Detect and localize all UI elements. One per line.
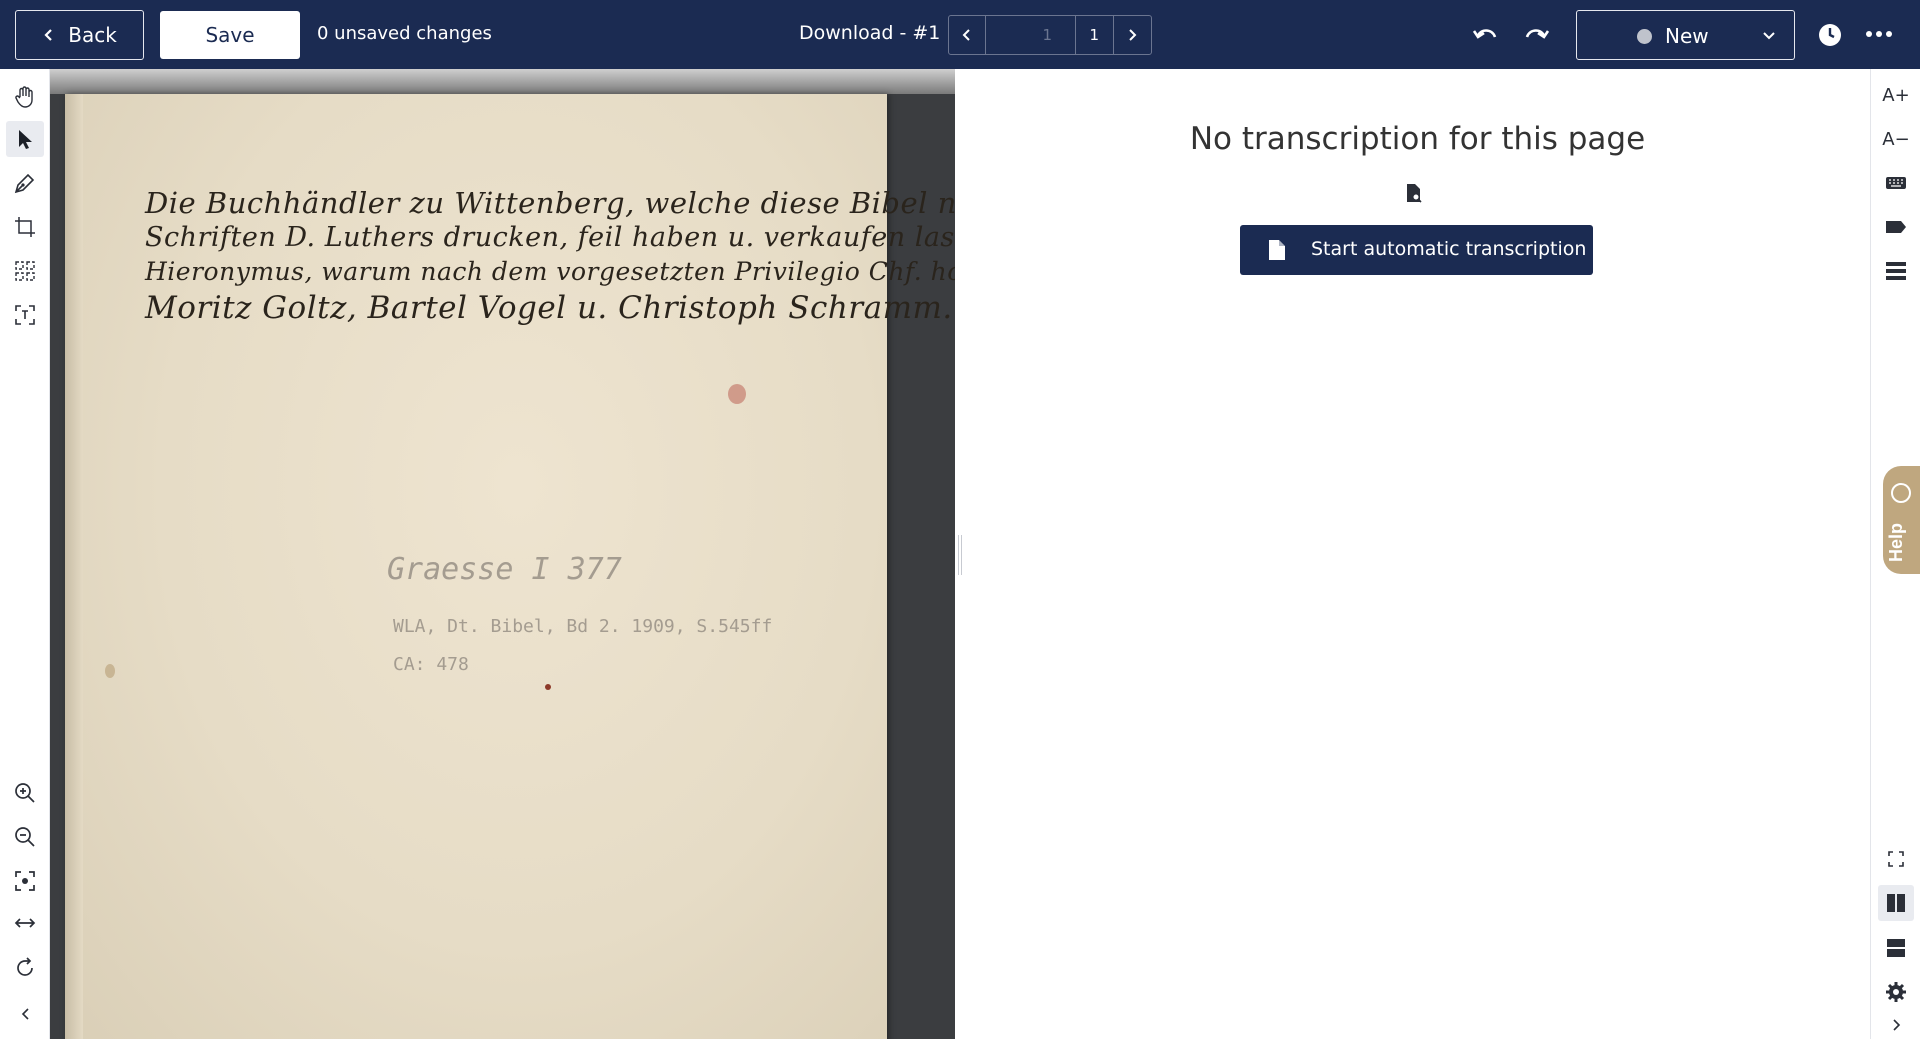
page-navigator: 1 1 bbox=[948, 15, 1152, 55]
page-number-input[interactable]: 1 bbox=[986, 16, 1077, 54]
layout-tool[interactable] bbox=[6, 253, 44, 289]
rows-icon bbox=[1887, 939, 1905, 957]
chevron-left-icon bbox=[44, 29, 52, 41]
pointer-icon bbox=[19, 130, 32, 149]
text-select-tool[interactable] bbox=[6, 297, 44, 333]
page-binding-edge bbox=[65, 94, 83, 1039]
top-bar: Back Save 0 unsaved changes Download - #… bbox=[0, 0, 1920, 69]
decrease-font-button[interactable]: A− bbox=[1878, 121, 1914, 157]
font-decrease-label: A− bbox=[1882, 128, 1910, 150]
rotate-icon bbox=[17, 957, 33, 976]
zoom-out-button[interactable] bbox=[6, 819, 44, 855]
chevron-left-icon bbox=[962, 29, 970, 41]
fit-width-icon bbox=[14, 918, 36, 928]
select-tool[interactable] bbox=[6, 121, 44, 157]
zoom-in-button[interactable] bbox=[6, 775, 44, 811]
previous-page-button[interactable] bbox=[949, 16, 987, 54]
manuscript-page: Die Buchhändler zu Wittenberg, welche di… bbox=[65, 94, 955, 1039]
redo-icon[interactable] bbox=[1522, 22, 1550, 48]
history-icon[interactable] bbox=[1818, 23, 1842, 47]
pan-tool[interactable] bbox=[6, 79, 44, 115]
page-stain bbox=[728, 384, 746, 404]
columns-icon bbox=[1887, 894, 1905, 912]
crop-tool[interactable] bbox=[6, 209, 44, 245]
back-button[interactable]: Back bbox=[15, 10, 144, 60]
more-options-icon[interactable] bbox=[1866, 27, 1894, 41]
page-stain bbox=[105, 664, 115, 678]
handwriting-line: Hieronymus, warum nach dem vorgesetzten … bbox=[145, 257, 955, 286]
save-button[interactable]: Save bbox=[160, 11, 300, 59]
text-select-icon bbox=[15, 305, 35, 325]
fit-screen-icon bbox=[15, 871, 35, 891]
transcription-panel: No transcription for this page Start aut… bbox=[965, 69, 1870, 1039]
zoom-in-icon bbox=[15, 783, 35, 803]
chevron-down-icon bbox=[1763, 32, 1775, 40]
viewer-toolbar bbox=[0, 69, 50, 1039]
fit-screen-button[interactable] bbox=[6, 863, 44, 899]
start-automatic-transcription-label: Start automatic transcription bbox=[1311, 238, 1587, 260]
page-stain bbox=[545, 684, 551, 690]
page-top-edge bbox=[50, 69, 955, 94]
next-page-button[interactable] bbox=[1114, 16, 1151, 54]
keyboard-button[interactable] bbox=[1878, 165, 1914, 201]
increase-font-button[interactable]: A+ bbox=[1878, 77, 1914, 113]
file-icon bbox=[1269, 240, 1285, 260]
document-title: Download - #1 bbox=[799, 22, 941, 44]
zoom-out-icon bbox=[15, 827, 35, 847]
handwriting-line: Schriften D. Luthers drucken, feil haben… bbox=[145, 222, 955, 253]
tag-icon bbox=[1886, 221, 1906, 233]
fullscreen-icon bbox=[1888, 851, 1904, 867]
pencil-note: Graesse I 377 bbox=[387, 552, 622, 587]
fit-width-button[interactable] bbox=[6, 905, 44, 941]
back-label: Back bbox=[68, 23, 117, 47]
pen-icon bbox=[14, 173, 35, 194]
help-icon bbox=[1891, 483, 1911, 503]
handwriting-line: Moritz Goltz, Bartel Vogel u. Christoph … bbox=[145, 290, 953, 326]
file-search-icon bbox=[1407, 184, 1422, 203]
status-label: New bbox=[1665, 24, 1709, 48]
help-tab[interactable]: Help bbox=[1883, 466, 1920, 574]
status-dropdown[interactable]: New bbox=[1576, 10, 1795, 60]
draw-tool[interactable] bbox=[6, 165, 44, 201]
hand-icon bbox=[15, 86, 33, 108]
rotate-button[interactable] bbox=[6, 950, 44, 986]
collapse-toolbar-button[interactable] bbox=[6, 996, 44, 1032]
page-total: 1 bbox=[1076, 16, 1114, 54]
fullscreen-button[interactable] bbox=[1878, 841, 1914, 877]
list-icon bbox=[1886, 262, 1906, 280]
layout-grid-icon bbox=[15, 261, 35, 281]
panel-resize-handle[interactable] bbox=[958, 535, 962, 575]
start-automatic-transcription-button[interactable]: Start automatic transcription bbox=[1240, 225, 1593, 275]
chevron-left-icon bbox=[21, 1008, 29, 1020]
pencil-note: WLA, Dt. Bibel, Bd 2. 1909, S.545ff bbox=[393, 616, 773, 637]
pencil-note: CA: 478 bbox=[393, 654, 469, 675]
help-label: Help bbox=[1886, 522, 1907, 563]
crop-icon bbox=[15, 217, 35, 237]
chevron-right-icon bbox=[1893, 1019, 1901, 1031]
unsaved-changes-text: 0 unsaved changes bbox=[317, 23, 492, 44]
status-dot bbox=[1637, 29, 1652, 44]
side-by-side-view-button[interactable] bbox=[1878, 885, 1914, 921]
handwriting-line: Die Buchhändler zu Wittenberg, welche di… bbox=[145, 186, 955, 220]
keyboard-icon bbox=[1886, 177, 1906, 189]
lines-view-button[interactable] bbox=[1878, 253, 1914, 289]
image-viewer[interactable]: Die Buchhändler zu Wittenberg, welche di… bbox=[50, 69, 955, 1039]
settings-button[interactable] bbox=[1878, 974, 1914, 1010]
font-increase-label: A+ bbox=[1882, 84, 1910, 106]
undo-icon[interactable] bbox=[1472, 22, 1500, 48]
stacked-view-button[interactable] bbox=[1878, 930, 1914, 966]
chevron-right-icon bbox=[1129, 29, 1137, 41]
empty-transcription-message: No transcription for this page bbox=[1189, 121, 1646, 157]
tag-button[interactable] bbox=[1878, 209, 1914, 245]
expand-toolbar-button[interactable] bbox=[1878, 1007, 1914, 1043]
gear-icon bbox=[1886, 982, 1906, 1002]
